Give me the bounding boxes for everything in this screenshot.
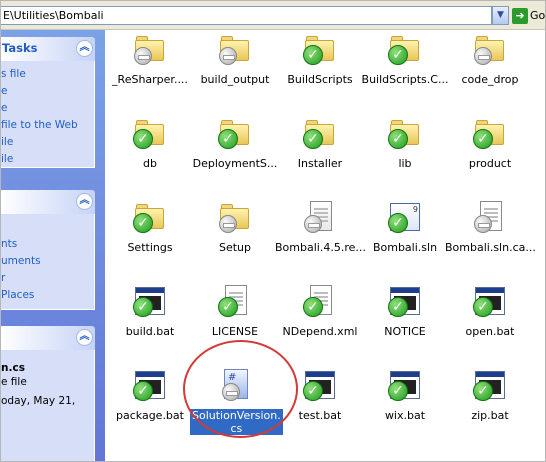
file-label: NDepend.xml xyxy=(282,325,358,338)
resharper-file-icon xyxy=(303,201,337,235)
folder-ok-icon: ✓ xyxy=(133,117,167,151)
file-label: zip.bat xyxy=(471,409,509,422)
batch-file-ok-icon: ✓ xyxy=(133,369,167,403)
file-list-view: _ReSharper.... build_output ✓ BuildScripts ✓… xyxy=(105,30,546,462)
go-label: Go xyxy=(530,9,546,22)
folder-ok-icon: ✓ xyxy=(388,117,422,151)
selected-file-label: SolutionVersion. cs xyxy=(190,409,283,435)
folder-unversioned-icon xyxy=(473,33,507,67)
task-link-3[interactable]: file to the Web xyxy=(1,119,78,131)
file-unversioned-icon xyxy=(473,201,507,235)
file-label: Bombali.sln xyxy=(372,241,438,254)
go-arrow-icon: ➜ xyxy=(512,8,528,24)
places-panel-header[interactable]: ︽ xyxy=(0,190,95,214)
task-link-4[interactable]: ile xyxy=(1,136,13,148)
task-pane: Tasks ︽ s file e e file to the Web ile i… xyxy=(0,30,105,462)
task-link-0[interactable]: s file xyxy=(1,68,26,80)
file-label: Installer xyxy=(297,157,343,170)
folder-ok-icon: ✓ xyxy=(218,117,252,151)
collapse-chevron-icon[interactable]: ︽ xyxy=(76,329,93,346)
file-label: wix.bat xyxy=(384,409,426,422)
document-ok-icon: ✓ xyxy=(218,285,252,319)
file-label: test.bat xyxy=(298,409,342,422)
cs-file-unversioned-icon xyxy=(218,369,252,403)
batch-file-ok-icon: ✓ xyxy=(133,285,167,319)
file-label: _ReSharper.... xyxy=(112,73,188,86)
details-file-date: oday, May 21, xyxy=(1,395,76,407)
folder-ok-icon: ✓ xyxy=(473,117,507,151)
file-label: LICENSE xyxy=(211,325,259,338)
folder-ok-icon: ✓ xyxy=(388,33,422,67)
tasks-panel-title: Tasks xyxy=(2,41,38,55)
address-bar: E\Utilities\Bombali ▼ ➜ Go xyxy=(0,0,546,30)
file-label: open.bat xyxy=(465,325,515,338)
collapse-chevron-icon[interactable]: ︽ xyxy=(76,193,93,210)
batch-file-ok-icon: ✓ xyxy=(473,369,507,403)
file-label: NOTICE xyxy=(384,325,426,338)
go-button[interactable]: ➜ Go xyxy=(512,6,546,25)
folder-ok-icon: ✓ xyxy=(303,33,337,67)
xml-file-icon: ✓ xyxy=(303,285,337,319)
file-label: lib xyxy=(398,157,412,170)
place-link-0[interactable]: nts xyxy=(1,238,17,250)
solution-file-icon: ✓ xyxy=(388,201,422,235)
file-label: SolutionVersion. cs xyxy=(190,409,283,435)
file-label: DeploymentS... xyxy=(192,157,278,170)
file-label: Bombali.4.5.re... xyxy=(275,241,365,254)
folder-unversioned-icon xyxy=(218,33,252,67)
batch-file-ok-icon: ✓ xyxy=(388,369,422,403)
batch-file-ok-icon: ✓ xyxy=(388,285,422,319)
collapse-chevron-icon[interactable]: ︽ xyxy=(76,40,93,57)
chevron-down-icon: ▼ xyxy=(497,10,504,20)
batch-file-ok-icon: ✓ xyxy=(473,285,507,319)
file-label: Bombali.sln.ca... xyxy=(445,241,535,254)
file-label: build.bat xyxy=(125,325,175,338)
file-label: package.bat xyxy=(116,409,184,422)
task-link-2[interactable]: e xyxy=(1,102,7,114)
address-input[interactable]: E\Utilities\Bombali xyxy=(0,6,492,25)
file-label: BuildScripts xyxy=(287,73,353,86)
tasks-panel-body: s file e e file to the Web ile ile xyxy=(0,61,95,168)
place-link-3[interactable]: Places xyxy=(1,289,34,301)
details-panel-body: n.cs e file oday, May 21, xyxy=(0,350,95,462)
file-label: product xyxy=(468,157,512,170)
place-link-1[interactable]: uments xyxy=(1,255,41,267)
file-label: BuildScripts.C... xyxy=(361,73,449,86)
file-label: db xyxy=(143,157,157,170)
file-label: Settings xyxy=(127,241,173,254)
tasks-panel-header[interactable]: Tasks ︽ xyxy=(0,37,95,61)
batch-file-ok-icon: ✓ xyxy=(303,369,337,403)
place-link-2[interactable]: r xyxy=(1,272,5,284)
folder-unversioned-icon xyxy=(218,201,252,235)
task-link-1[interactable]: e xyxy=(1,85,7,97)
details-file-type: e file xyxy=(1,376,27,388)
places-panel-body: nts uments r Places xyxy=(0,214,95,310)
folder-unversioned-icon xyxy=(133,33,167,67)
file-label: Setup xyxy=(218,241,252,254)
details-file-name: n.cs xyxy=(1,362,25,374)
file-label: build_output xyxy=(200,73,270,86)
address-dropdown-button[interactable]: ▼ xyxy=(492,6,509,25)
task-link-5[interactable]: ile xyxy=(1,153,13,165)
folder-ok-icon: ✓ xyxy=(133,201,167,235)
folder-ok-icon: ✓ xyxy=(303,117,337,151)
file-label: code_drop xyxy=(461,73,519,86)
details-panel-header[interactable]: ︽ xyxy=(0,326,95,350)
